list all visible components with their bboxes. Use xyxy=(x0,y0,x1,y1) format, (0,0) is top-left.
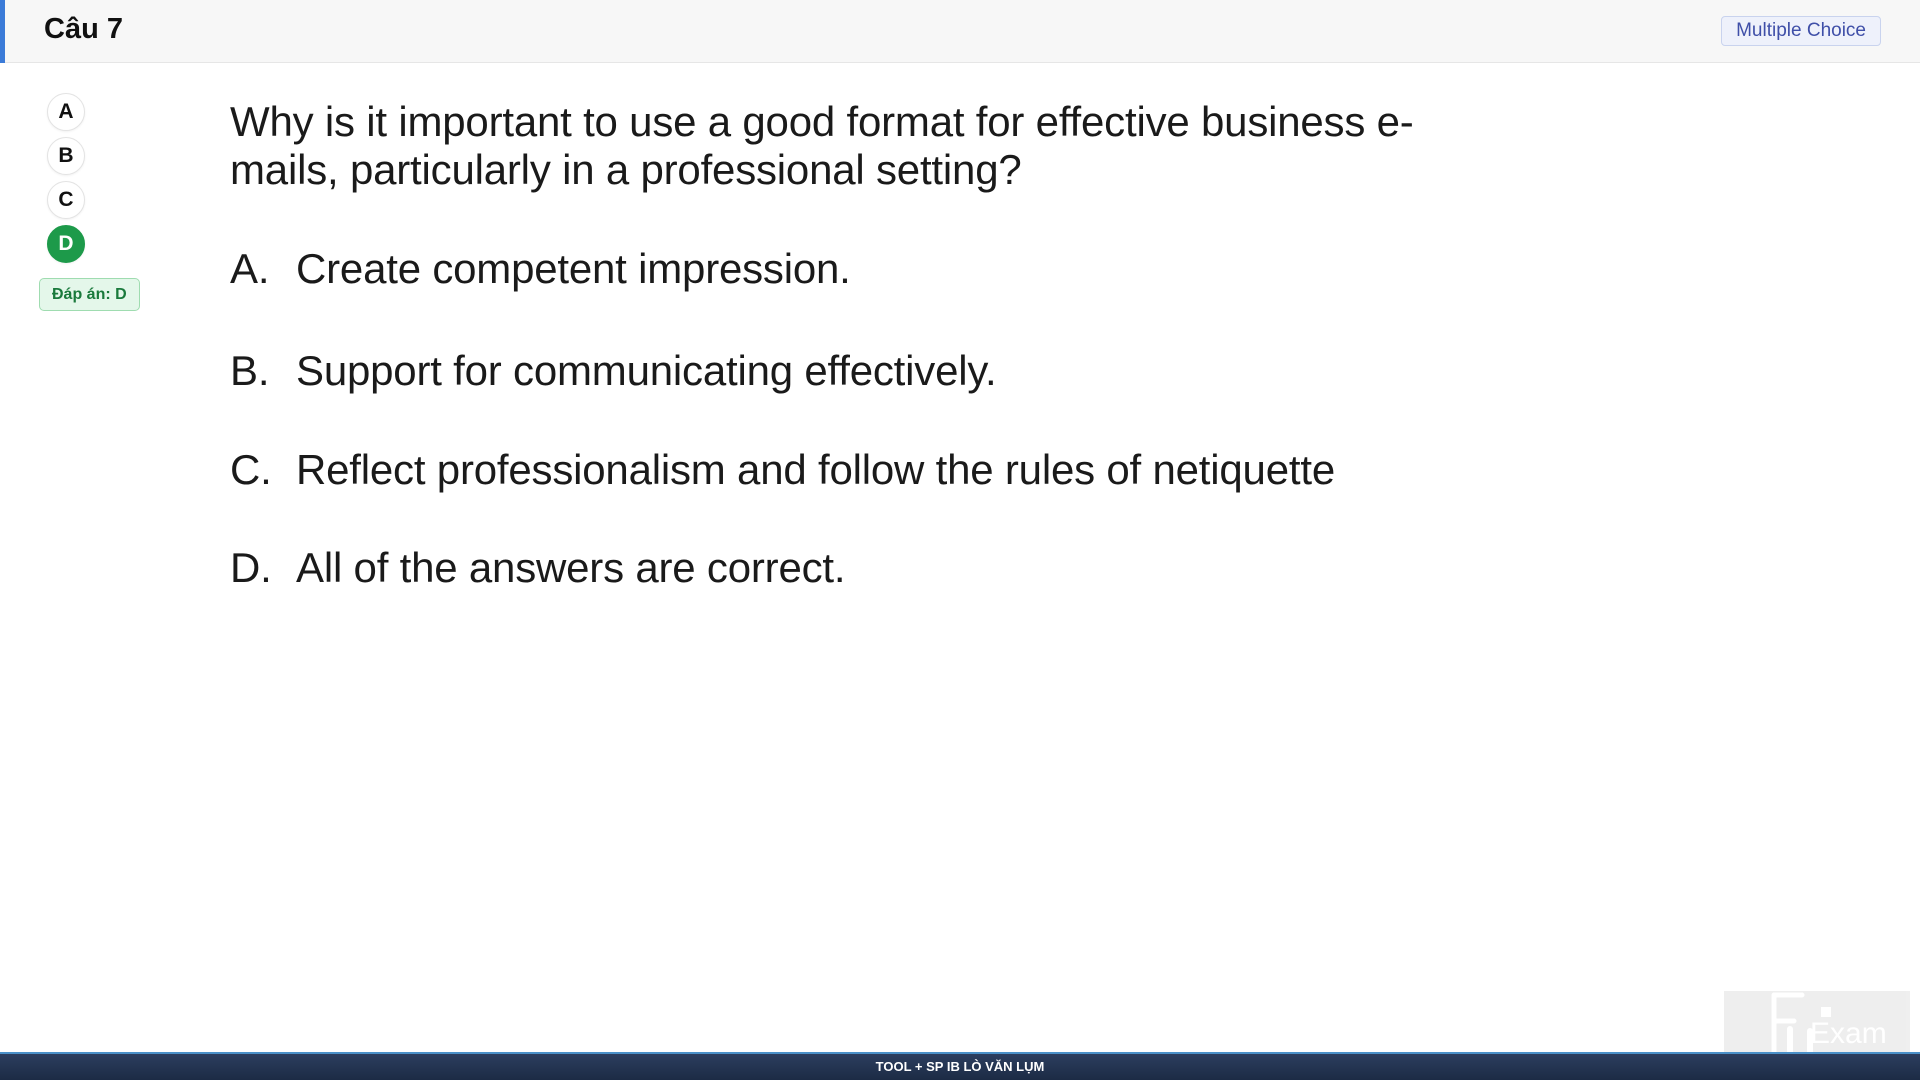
answer-choice-list: A B C D xyxy=(47,93,85,269)
option-text: Create competent impression. xyxy=(296,245,851,292)
option-letter: D. xyxy=(230,544,272,591)
choice-button-c[interactable]: C xyxy=(47,181,85,219)
option-letter: C. xyxy=(230,446,272,493)
footer-bar: TOOL + SP IB LÒ VĂN LỤM xyxy=(0,1052,1920,1080)
option-text: Support for communicating effectively. xyxy=(296,347,997,394)
option-b: B. Support for communicating effectively. xyxy=(230,347,997,395)
choice-button-b[interactable]: B xyxy=(47,137,85,175)
question-header: Câu 7 Multiple Choice xyxy=(0,0,1920,63)
option-d: D. All of the answers are correct. xyxy=(230,544,846,592)
question-content: Why is it important to use a good format… xyxy=(230,98,1480,591)
logo-text: Exam xyxy=(1810,1017,1887,1050)
option-text: Reflect professionalism and follow the r… xyxy=(296,446,1335,493)
footer-text: TOOL + SP IB LÒ VĂN LỤM xyxy=(875,1059,1045,1074)
choice-button-a[interactable]: A xyxy=(47,93,85,131)
question-number: Câu 7 xyxy=(44,13,123,45)
option-letter: B. xyxy=(230,347,270,394)
correct-answer-badge: Đáp án: D xyxy=(39,278,140,311)
option-letter: A. xyxy=(230,245,270,292)
option-c: C. Reflect professionalism and follow the… xyxy=(230,446,1335,494)
header-accent-bar xyxy=(0,0,5,63)
option-text: All of the answers are correct. xyxy=(296,544,846,591)
choice-button-d[interactable]: D xyxy=(47,225,85,263)
option-a: A. Create competent impression. xyxy=(230,245,851,293)
question-type-badge: Multiple Choice xyxy=(1721,16,1881,46)
question-text: Why is it important to use a good format… xyxy=(230,98,1414,193)
